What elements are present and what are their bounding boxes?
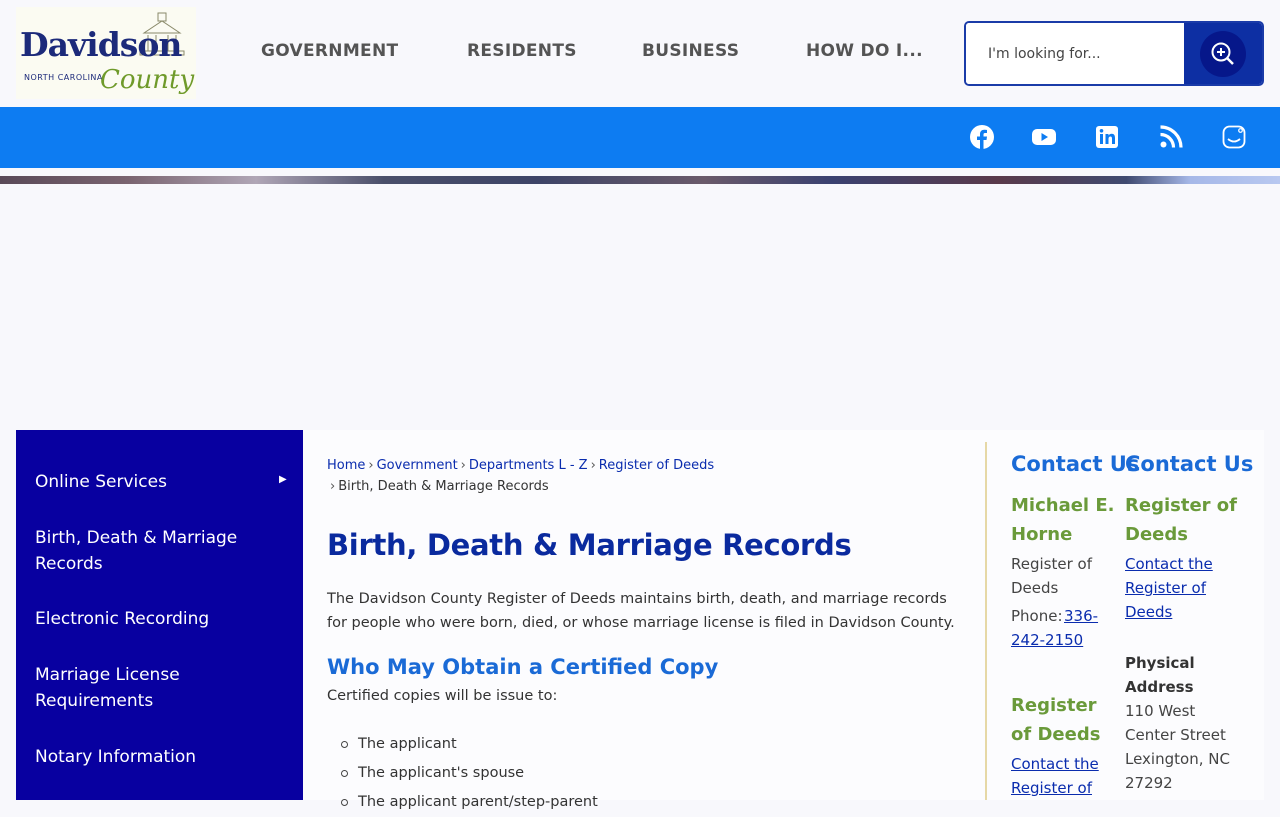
search-input[interactable] (966, 23, 1186, 84)
breadcrumb-government[interactable]: Government (377, 458, 458, 473)
county-logo[interactable]: Davidson NORTH CAROLINA County (16, 7, 196, 99)
contact-department: Register of Deeds (1125, 495, 1237, 545)
list-item: The applicant parent/step-parent (341, 788, 598, 817)
contact-name: Michael E. Horne (1011, 495, 1115, 545)
social-bar (0, 107, 1280, 168)
instagram-icon[interactable] (1220, 123, 1248, 151)
sidebar-item-marriage-license[interactable]: Marriage License Requirements (35, 662, 275, 714)
nav-business[interactable]: BUSINESS (642, 41, 739, 61)
section-heading: Who May Obtain a Certified Copy (327, 655, 719, 679)
breadcrumb-separator: › (460, 458, 466, 473)
breadcrumb-separator: › (330, 479, 336, 494)
breadcrumb-home[interactable]: Home (327, 458, 365, 473)
sidebar-item-electronic-recording[interactable]: Electronic Recording (35, 606, 275, 632)
contact-register-link-2[interactable]: Contact the Register of Deeds (1125, 552, 1235, 624)
content-divider (985, 442, 987, 800)
contact-name-2: Register of Deeds (1011, 695, 1101, 745)
breadcrumb-separator: › (368, 458, 374, 473)
breadcrumb-current: Birth, Death & Marriage Records (338, 479, 549, 494)
contact-register-link[interactable]: Contact the Register of (1011, 752, 1121, 800)
breadcrumb-register-of-deeds[interactable]: Register of Deeds (599, 458, 714, 473)
contact-role: Register of Deeds (1011, 555, 1092, 597)
nav-government[interactable]: GOVERNMENT (261, 41, 398, 61)
list-item: The applicant's spouse (341, 759, 598, 788)
sidebar-item-online-services[interactable]: Online Services (35, 469, 275, 495)
youtube-icon[interactable] (1030, 123, 1058, 151)
facebook-icon[interactable] (968, 123, 996, 151)
phone-link[interactable]: 336-242-2150 (1011, 604, 1121, 652)
nav-how-do-i[interactable]: HOW DO I... (806, 41, 923, 61)
breadcrumb-departments[interactable]: Departments L - Z (469, 458, 588, 473)
contact-heading-2: Contact Us (1125, 452, 1254, 476)
sidebar-item-notary[interactable]: Notary Information (35, 744, 275, 770)
rss-icon[interactable] (1157, 123, 1185, 151)
breadcrumb: Home › Government › Departments L - Z › Regist… (327, 455, 747, 497)
linkedin-icon[interactable] (1093, 123, 1121, 151)
expand-arrow-icon[interactable]: ▶ (279, 474, 287, 485)
eligible-list: The applicant The applicant's spouse The… (341, 730, 598, 817)
search-icon (1211, 42, 1234, 65)
physical-address: 110 West Center Street Lexington, NC 272… (1125, 702, 1230, 792)
logo-state-text: NORTH CAROLINA (24, 73, 103, 82)
intro-paragraph: The Davidson County Register of Deeds ma… (327, 591, 955, 631)
section-text: Certified copies will be issue to: (327, 688, 558, 704)
site-header: Davidson NORTH CAROLINA County GOVERNMEN… (0, 0, 1280, 107)
list-item: The applicant (341, 730, 598, 759)
address-label: Physical Address (1125, 654, 1195, 696)
contact-heading: Contact Us (1011, 452, 1140, 476)
logo-county-text: County (100, 65, 195, 95)
nav-residents[interactable]: RESIDENTS (467, 41, 577, 61)
search-button[interactable] (1184, 23, 1262, 84)
logo-davidson-text: Davidson (20, 25, 182, 64)
sidebar-item-birth-death-marriage[interactable]: Birth, Death & Marriage Records (35, 525, 275, 577)
page-title: Birth, Death & Marriage Records (327, 528, 852, 562)
breadcrumb-separator: › (590, 458, 596, 473)
search-box (964, 21, 1264, 86)
hero-image-strip (0, 176, 1280, 184)
